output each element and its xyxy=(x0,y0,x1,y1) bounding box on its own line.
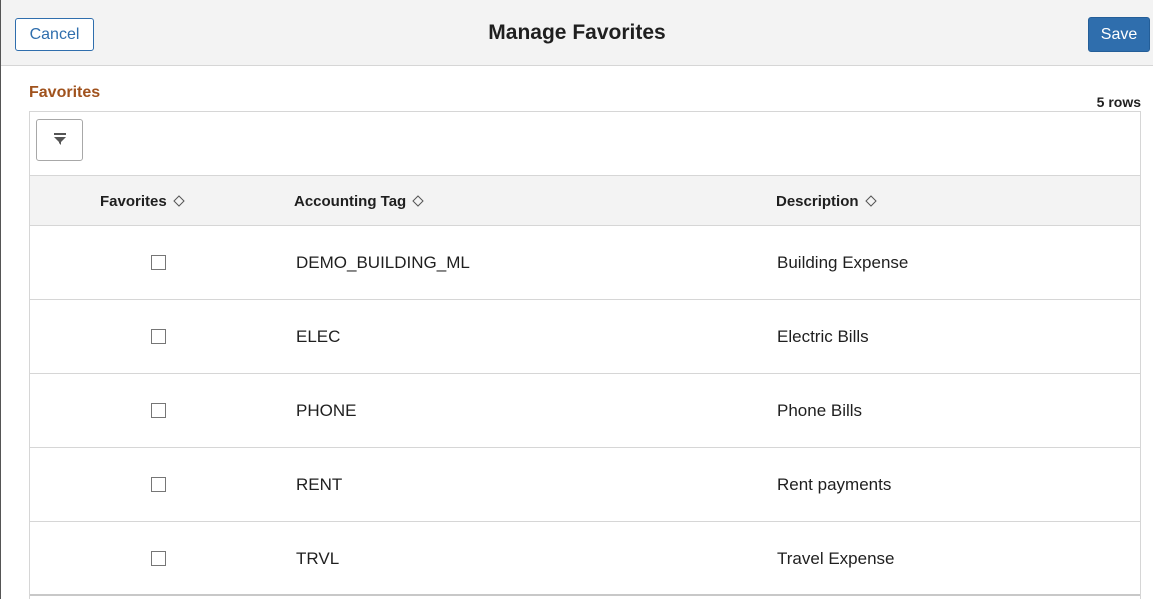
accounting-tag-cell: RENT xyxy=(296,475,343,494)
window-frame-edge xyxy=(0,0,1,599)
column-header-label: Favorites xyxy=(100,192,167,210)
section-title: Favorites xyxy=(29,84,101,101)
description-cell: Rent payments xyxy=(777,475,892,494)
page-title: Manage Favorites xyxy=(488,21,666,44)
accounting-tag-cell: ELEC xyxy=(296,327,341,346)
favorite-checkbox[interactable] xyxy=(151,255,166,270)
save-button[interactable]: Save xyxy=(1088,17,1150,52)
description-cell: Building Expense xyxy=(777,253,909,272)
favorite-checkbox[interactable] xyxy=(151,551,166,566)
grid-toolbar xyxy=(30,112,1140,176)
column-header-label: Accounting Tag xyxy=(294,192,407,210)
sort-toggle-icon xyxy=(172,195,185,207)
table-row: ELEC Electric Bills xyxy=(30,300,1140,374)
sort-toggle-icon xyxy=(412,195,424,207)
accounting-tag-cell: DEMO_BUILDING_ML xyxy=(296,253,470,272)
column-header-row: Favorites Accounting Tag Description xyxy=(30,176,1140,226)
table-row: RENT Rent payments xyxy=(30,448,1140,522)
table-row: PHONE Phone Bills xyxy=(30,374,1140,448)
column-header-label: Description xyxy=(776,192,859,210)
page-header: Manage Favorites Cancel Save xyxy=(1,0,1153,66)
description-cell: Travel Expense xyxy=(777,549,895,568)
favorites-grid: Favorites Accounting Tag Description DEM… xyxy=(29,111,1141,599)
favorite-checkbox[interactable] xyxy=(151,329,166,344)
column-header-favorites[interactable]: Favorites xyxy=(100,176,185,226)
column-header-description[interactable]: Description xyxy=(776,176,877,226)
accounting-tag-cell: TRVL xyxy=(296,549,340,568)
column-header-accounting-tag[interactable]: Accounting Tag xyxy=(294,176,424,226)
filter-button[interactable] xyxy=(36,119,83,161)
table-row: DEMO_BUILDING_ML Building Expense xyxy=(30,226,1140,300)
row-count: 5 rows xyxy=(1096,94,1141,110)
cancel-button[interactable]: Cancel xyxy=(15,18,94,51)
description-cell: Electric Bills xyxy=(777,327,869,346)
table-row: TRVL Travel Expense xyxy=(30,522,1140,596)
description-cell: Phone Bills xyxy=(777,401,863,420)
sort-toggle-icon xyxy=(864,195,877,207)
accounting-tag-cell: PHONE xyxy=(296,401,357,420)
table-body: DEMO_BUILDING_ML Building Expense ELEC E… xyxy=(30,226,1140,596)
favorite-checkbox[interactable] xyxy=(151,403,166,418)
favorite-checkbox[interactable] xyxy=(151,477,166,492)
filter-icon xyxy=(53,133,66,145)
